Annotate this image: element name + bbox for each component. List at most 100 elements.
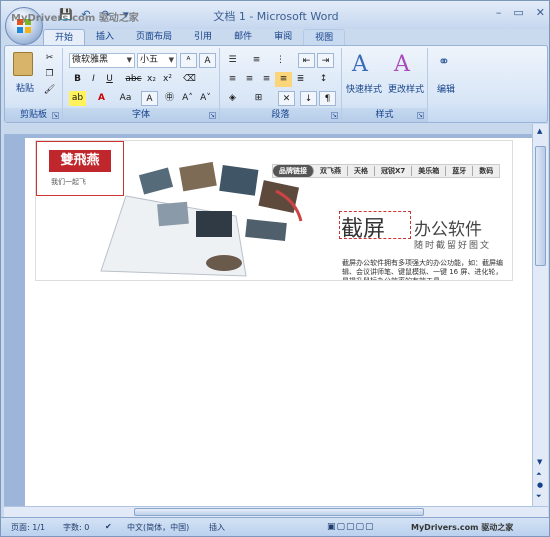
bullets-icon[interactable]: ☰	[224, 53, 241, 68]
increase-indent-icon[interactable]: ⇥	[317, 53, 334, 68]
dialog-launcher-icon[interactable]: ↘	[209, 112, 216, 119]
align-center-icon[interactable]: ≡	[241, 72, 258, 87]
group-font: 微软雅黑 ▼ 小五 ▼ ᴬ A B I U abc x₂ x² ⌫ ab A Aa …	[63, 48, 220, 122]
enclose-char-icon[interactable]: ㊥	[161, 91, 178, 106]
dialog-launcher-icon[interactable]: ↘	[52, 112, 59, 119]
paste-icon[interactable]	[13, 52, 33, 76]
align-left-icon[interactable]: ≡	[224, 72, 241, 87]
quick-styles-button[interactable]: 快速样式	[342, 82, 386, 95]
tab-insert[interactable]: 插入	[85, 29, 125, 45]
font-name-value: 微软雅黑	[72, 55, 109, 65]
chinese-layout-icon[interactable]: ✕	[278, 91, 295, 106]
tab-mailings[interactable]: 邮件	[223, 29, 263, 45]
dialog-launcher-icon[interactable]: ↘	[417, 112, 424, 119]
scroll-down-icon[interactable]: ▼	[537, 458, 542, 466]
decrease-indent-icon[interactable]: ⇤	[298, 53, 315, 68]
nav-item[interactable]: 冠锐X7	[375, 166, 413, 176]
horizontal-scroll-thumb[interactable]	[134, 508, 424, 516]
window-controls: – ▭ ✕	[496, 6, 545, 19]
horizontal-scrollbar[interactable]	[4, 506, 548, 517]
screenshot-collage-image	[100, 161, 303, 277]
change-case-icon[interactable]: Aa	[117, 91, 134, 106]
restore-icon[interactable]: ▭	[513, 6, 523, 19]
font-color-icon[interactable]: A	[93, 91, 110, 106]
page-count[interactable]: 页面: 1/1	[11, 522, 45, 533]
nav-item[interactable]: 品牌链接	[273, 165, 314, 177]
tab-review[interactable]: 审阅	[263, 29, 303, 45]
nav-item[interactable]: 数码	[473, 166, 499, 176]
document-page[interactable]: 雙飛燕 我们一起飞 品牌链接 双飞燕 天格 冠锐X7 美乐箱 蓝牙 数码 截屏 …	[25, 138, 532, 506]
align-right-icon[interactable]: ≡	[258, 72, 275, 87]
justify-icon[interactable]: ≡	[275, 72, 292, 87]
shading-icon[interactable]: ◈	[224, 91, 241, 106]
font-size-combo[interactable]: 小五 ▼	[137, 53, 177, 68]
next-page-icon[interactable]: ⏷	[536, 492, 542, 501]
subscript-icon[interactable]: x₂	[143, 72, 160, 87]
superscript-icon[interactable]: x²	[159, 72, 176, 87]
dialog-launcher-icon[interactable]: ↘	[331, 112, 338, 119]
view-buttons[interactable]: ▣▢▢▢▢	[327, 522, 375, 532]
format-painter-icon[interactable]: 🖌	[41, 83, 58, 98]
nav-item[interactable]: 蓝牙	[446, 166, 474, 176]
minimize-icon[interactable]: –	[496, 6, 502, 19]
selection-box	[339, 211, 411, 239]
italic-icon[interactable]: I	[85, 72, 102, 87]
quick-styles-icon[interactable]: A	[352, 52, 368, 77]
insert-mode[interactable]: 插入	[209, 522, 225, 533]
highlight-icon[interactable]: ab	[69, 91, 86, 106]
nav-item[interactable]: 美乐箱	[412, 166, 447, 176]
brand-slogan: 我们一起飞	[51, 178, 86, 186]
proofing-icon[interactable]: ✔	[105, 522, 112, 531]
language-indicator[interactable]: 中文(简体，中国)	[127, 522, 189, 533]
char-shading-icon[interactable]: A	[141, 91, 158, 106]
tab-home[interactable]: 开始	[43, 29, 86, 45]
watermark-top: MyDrivers.com 驱动之家	[11, 13, 139, 24]
chevron-down-icon: ▼	[126, 56, 132, 64]
underline-icon[interactable]: U	[101, 72, 118, 87]
editing-button[interactable]: 编辑	[430, 82, 462, 95]
tab-references[interactable]: 引用	[183, 29, 223, 45]
line-spacing-icon[interactable]: ↕	[315, 72, 332, 87]
clear-format-icon[interactable]: ⌫	[181, 72, 198, 87]
vertical-scrollbar[interactable]: ▲ ▼ ⏶ ● ⏷	[532, 124, 548, 506]
scroll-up-icon[interactable]: ▲	[537, 127, 542, 135]
distribute-icon[interactable]: ≣	[292, 72, 309, 87]
word-count[interactable]: 字数: 0	[63, 522, 89, 533]
nav-item[interactable]: 天格	[348, 166, 375, 176]
bold-icon[interactable]: B	[69, 72, 86, 87]
change-styles-icon[interactable]: A	[394, 52, 410, 77]
copy-icon[interactable]: ❐	[41, 67, 58, 82]
multilevel-list-icon[interactable]: ⋮	[272, 53, 289, 68]
tab-view[interactable]: 视图	[303, 29, 346, 45]
vertical-scroll-thumb[interactable]	[535, 146, 546, 266]
browse-object-icon[interactable]: ●	[537, 481, 543, 489]
group-label-paragraph: 段落	[220, 108, 341, 122]
strikethrough-icon[interactable]: abc	[125, 72, 142, 87]
brand-nav: 品牌链接 双飞燕 天格 冠锐X7 美乐箱 蓝牙 数码	[272, 164, 501, 178]
document-area: 雙飛燕 我们一起飞 品牌链接 双飞燕 天格 冠锐X7 美乐箱 蓝牙 数码 截屏 …	[4, 124, 548, 506]
nav-item[interactable]: 双飞燕	[314, 166, 348, 176]
phonetic-guide-icon[interactable]: ᴬ	[180, 53, 197, 68]
char-border-icon[interactable]: A	[199, 53, 216, 68]
change-styles-button[interactable]: 更改样式	[384, 82, 428, 95]
prev-page-icon[interactable]: ⏶	[536, 470, 542, 479]
group-styles: A 快速样式 A 更改样式 样式 ↘	[342, 48, 428, 122]
close-icon[interactable]: ✕	[536, 6, 545, 19]
ruler	[4, 124, 532, 134]
group-paragraph: ☰ ≡ ⋮ ⇤ ⇥ ≡ ≡ ≡ ≡ ≣ ↕ ◈ ⊞ ✕ ↓ ¶ 段落 ↘	[220, 48, 342, 122]
watermark-bottom: MyDrivers.com 驱动之家	[411, 523, 514, 532]
cut-icon[interactable]: ✂	[41, 51, 58, 66]
chevron-down-icon: ▼	[168, 56, 174, 64]
font-name-combo[interactable]: 微软雅黑 ▼	[69, 53, 135, 68]
shrink-font-icon[interactable]: A˅	[197, 91, 214, 106]
paste-button[interactable]: 粘贴	[9, 81, 41, 94]
borders-icon[interactable]: ⊞	[250, 91, 267, 106]
grow-font-icon[interactable]: A˄	[179, 91, 196, 106]
ribbon-tabs: 开始 插入 页面布局 引用 邮件 审阅 视图	[43, 29, 346, 45]
tab-page-layout[interactable]: 页面布局	[125, 29, 183, 45]
font-size-value: 小五	[140, 55, 159, 65]
banner-headline-tail: 办公软件	[414, 220, 482, 240]
numbering-icon[interactable]: ≡	[248, 53, 265, 68]
sort-icon[interactable]: ↓	[300, 91, 317, 106]
show-marks-icon[interactable]: ¶	[319, 91, 336, 106]
